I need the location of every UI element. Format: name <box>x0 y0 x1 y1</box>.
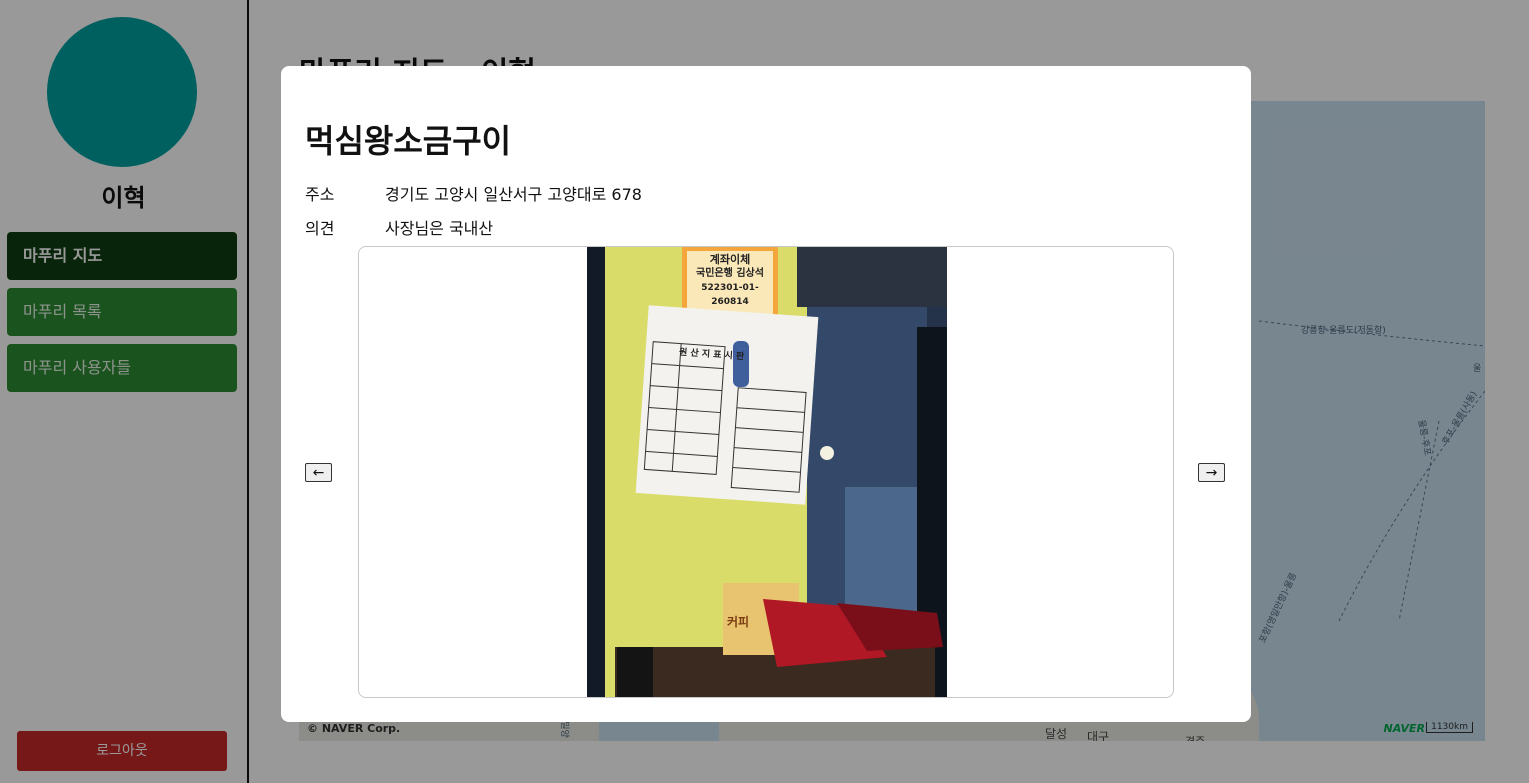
cup-label: 커피 <box>727 615 750 629</box>
address-value: 경기도 고양시 일산서구 고양대로 678 <box>385 185 642 204</box>
place-detail-modal: 먹심왕소금구이 주소 경기도 고양시 일산서구 고양대로 678 의견 사장님은… <box>281 66 1251 722</box>
address-label: 주소 <box>305 185 335 204</box>
sign-title: 계좌이체 <box>709 253 751 266</box>
sign-bank: 국민은행 김상석 <box>696 268 764 279</box>
image-carousel: 계좌이체 국민은행 김상석 522301-01-260814 원 산 지 표 시… <box>358 246 1174 698</box>
place-name: 먹심왕소금구이 <box>305 122 512 160</box>
sign-account: 522301-01-260814 <box>701 283 759 307</box>
comment-label: 의견 <box>305 219 335 238</box>
previous-image-button[interactable]: ← <box>305 463 332 482</box>
place-photo: 계좌이체 국민은행 김상석 522301-01-260814 원 산 지 표 시… <box>587 247 947 697</box>
next-image-button[interactable]: → <box>1198 463 1225 482</box>
comment-value: 사장님은 국내산 <box>385 219 494 238</box>
photo-drawing <box>587 247 947 697</box>
